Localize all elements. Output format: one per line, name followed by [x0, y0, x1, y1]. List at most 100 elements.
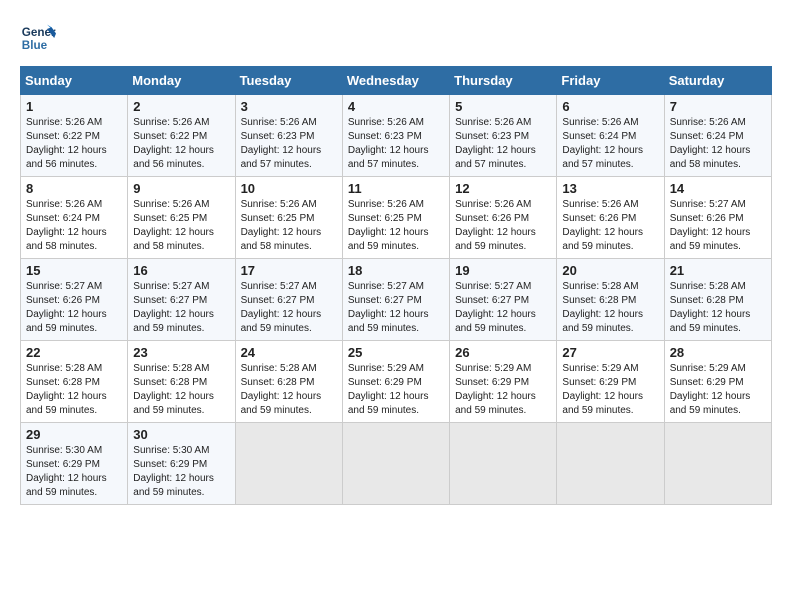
- calendar-week-row: 1 Sunrise: 5:26 AM Sunset: 6:22 PM Daylig…: [21, 95, 772, 177]
- day-number: 4: [348, 99, 444, 114]
- day-info: Sunrise: 5:28 AM Sunset: 6:28 PM Dayligh…: [26, 362, 122, 418]
- day-info: Sunrise: 5:26 AM Sunset: 6:25 PM Dayligh…: [241, 198, 337, 254]
- col-header-saturday: Saturday: [664, 67, 771, 95]
- day-number: 10: [241, 181, 337, 196]
- day-number: 14: [670, 181, 766, 196]
- calendar-cell: 29 Sunrise: 5:30 AM Sunset: 6:29 PM Dayli…: [21, 423, 128, 505]
- day-info: Sunrise: 5:27 AM Sunset: 6:26 PM Dayligh…: [26, 280, 122, 336]
- calendar-week-row: 22 Sunrise: 5:28 AM Sunset: 6:28 PM Dayli…: [21, 341, 772, 423]
- calendar-cell: 19Sunrise: 5:27 AM Sunset: 6:27 PM Dayli…: [450, 259, 557, 341]
- day-info: Sunrise: 5:27 AM Sunset: 6:27 PM Dayligh…: [133, 280, 229, 336]
- calendar-cell: 16 Sunrise: 5:27 AM Sunset: 6:27 PM Dayli…: [128, 259, 235, 341]
- day-info: Sunrise: 5:26 AM Sunset: 6:23 PM Dayligh…: [455, 116, 551, 172]
- calendar-cell: 17 Sunrise: 5:27 AM Sunset: 6:27 PM Dayli…: [235, 259, 342, 341]
- calendar-cell: 15 Sunrise: 5:27 AM Sunset: 6:26 PM Dayli…: [21, 259, 128, 341]
- day-info: Sunrise: 5:26 AM Sunset: 6:24 PM Dayligh…: [26, 198, 122, 254]
- calendar-cell: 18Sunrise: 5:27 AM Sunset: 6:27 PM Dayli…: [342, 259, 449, 341]
- day-info: Sunrise: 5:30 AM Sunset: 6:29 PM Dayligh…: [133, 444, 229, 500]
- calendar-cell: 25 Sunrise: 5:29 AM Sunset: 6:29 PM Dayli…: [342, 341, 449, 423]
- day-number: 13: [562, 181, 658, 196]
- day-number: 22: [26, 345, 122, 360]
- calendar-cell: 6 Sunrise: 5:26 AM Sunset: 6:24 PM Daylig…: [557, 95, 664, 177]
- day-number: 27: [562, 345, 658, 360]
- calendar-cell: 23 Sunrise: 5:28 AM Sunset: 6:28 PM Dayli…: [128, 341, 235, 423]
- day-info: Sunrise: 5:26 AM Sunset: 6:24 PM Dayligh…: [562, 116, 658, 172]
- day-number: 16: [133, 263, 229, 278]
- day-info: Sunrise: 5:27 AM Sunset: 6:27 PM Dayligh…: [455, 280, 551, 336]
- day-number: 11: [348, 181, 444, 196]
- calendar-cell: 4 Sunrise: 5:26 AM Sunset: 6:23 PM Daylig…: [342, 95, 449, 177]
- day-info: Sunrise: 5:28 AM Sunset: 6:28 PM Dayligh…: [241, 362, 337, 418]
- day-number: 21: [670, 263, 766, 278]
- calendar-week-row: 29 Sunrise: 5:30 AM Sunset: 6:29 PM Dayli…: [21, 423, 772, 505]
- day-info: Sunrise: 5:26 AM Sunset: 6:26 PM Dayligh…: [562, 198, 658, 254]
- col-header-tuesday: Tuesday: [235, 67, 342, 95]
- calendar-cell: 12 Sunrise: 5:26 AM Sunset: 6:26 PM Dayli…: [450, 177, 557, 259]
- calendar-cell: 24 Sunrise: 5:28 AM Sunset: 6:28 PM Dayli…: [235, 341, 342, 423]
- day-info: Sunrise: 5:29 AM Sunset: 6:29 PM Dayligh…: [455, 362, 551, 418]
- day-number: 28: [670, 345, 766, 360]
- calendar-table: SundayMondayTuesdayWednesdayThursdayFrid…: [20, 66, 772, 505]
- calendar-cell: 1 Sunrise: 5:26 AM Sunset: 6:22 PM Daylig…: [21, 95, 128, 177]
- calendar-cell: [450, 423, 557, 505]
- day-number: 30: [133, 427, 229, 442]
- day-info: Sunrise: 5:28 AM Sunset: 6:28 PM Dayligh…: [133, 362, 229, 418]
- calendar-cell: [557, 423, 664, 505]
- calendar-cell: 26 Sunrise: 5:29 AM Sunset: 6:29 PM Dayli…: [450, 341, 557, 423]
- day-number: 24: [241, 345, 337, 360]
- calendar-header-row: SundayMondayTuesdayWednesdayThursdayFrid…: [21, 67, 772, 95]
- day-info: Sunrise: 5:28 AM Sunset: 6:28 PM Dayligh…: [670, 280, 766, 336]
- calendar-cell: 30 Sunrise: 5:30 AM Sunset: 6:29 PM Dayli…: [128, 423, 235, 505]
- calendar-cell: 11Sunrise: 5:26 AM Sunset: 6:25 PM Dayli…: [342, 177, 449, 259]
- day-info: Sunrise: 5:28 AM Sunset: 6:28 PM Dayligh…: [562, 280, 658, 336]
- calendar-cell: 5 Sunrise: 5:26 AM Sunset: 6:23 PM Daylig…: [450, 95, 557, 177]
- day-number: 17: [241, 263, 337, 278]
- calendar-cell: 7Sunrise: 5:26 AM Sunset: 6:24 PM Daylig…: [664, 95, 771, 177]
- calendar-week-row: 15 Sunrise: 5:27 AM Sunset: 6:26 PM Dayli…: [21, 259, 772, 341]
- day-number: 15: [26, 263, 122, 278]
- day-number: 1: [26, 99, 122, 114]
- day-info: Sunrise: 5:26 AM Sunset: 6:23 PM Dayligh…: [348, 116, 444, 172]
- day-info: Sunrise: 5:26 AM Sunset: 6:25 PM Dayligh…: [133, 198, 229, 254]
- calendar-cell: [664, 423, 771, 505]
- svg-text:Blue: Blue: [22, 39, 48, 52]
- col-header-friday: Friday: [557, 67, 664, 95]
- calendar-cell: 2Sunrise: 5:26 AM Sunset: 6:22 PM Daylig…: [128, 95, 235, 177]
- day-number: 6: [562, 99, 658, 114]
- col-header-monday: Monday: [128, 67, 235, 95]
- day-number: 20: [562, 263, 658, 278]
- calendar-cell: 3Sunrise: 5:26 AM Sunset: 6:23 PM Daylig…: [235, 95, 342, 177]
- calendar-cell: 21 Sunrise: 5:28 AM Sunset: 6:28 PM Dayli…: [664, 259, 771, 341]
- day-info: Sunrise: 5:29 AM Sunset: 6:29 PM Dayligh…: [348, 362, 444, 418]
- day-number: 12: [455, 181, 551, 196]
- day-number: 23: [133, 345, 229, 360]
- col-header-thursday: Thursday: [450, 67, 557, 95]
- day-info: Sunrise: 5:27 AM Sunset: 6:27 PM Dayligh…: [241, 280, 337, 336]
- day-number: 5: [455, 99, 551, 114]
- day-info: Sunrise: 5:26 AM Sunset: 6:22 PM Dayligh…: [133, 116, 229, 172]
- day-info: Sunrise: 5:26 AM Sunset: 6:22 PM Dayligh…: [26, 116, 122, 172]
- day-number: 9: [133, 181, 229, 196]
- general-blue-logo-icon: General Blue: [20, 20, 56, 56]
- day-number: 25: [348, 345, 444, 360]
- calendar-cell: 20 Sunrise: 5:28 AM Sunset: 6:28 PM Dayli…: [557, 259, 664, 341]
- calendar-cell: 27 Sunrise: 5:29 AM Sunset: 6:29 PM Dayli…: [557, 341, 664, 423]
- day-number: 3: [241, 99, 337, 114]
- day-number: 8: [26, 181, 122, 196]
- day-info: Sunrise: 5:29 AM Sunset: 6:29 PM Dayligh…: [562, 362, 658, 418]
- calendar-week-row: 8 Sunrise: 5:26 AM Sunset: 6:24 PM Daylig…: [21, 177, 772, 259]
- day-number: 29: [26, 427, 122, 442]
- header: General Blue: [20, 20, 772, 56]
- day-info: Sunrise: 5:27 AM Sunset: 6:27 PM Dayligh…: [348, 280, 444, 336]
- day-info: Sunrise: 5:26 AM Sunset: 6:26 PM Dayligh…: [455, 198, 551, 254]
- day-info: Sunrise: 5:27 AM Sunset: 6:26 PM Dayligh…: [670, 198, 766, 254]
- day-number: 7: [670, 99, 766, 114]
- calendar-cell: 28 Sunrise: 5:29 AM Sunset: 6:29 PM Dayli…: [664, 341, 771, 423]
- calendar-cell: 14 Sunrise: 5:27 AM Sunset: 6:26 PM Dayli…: [664, 177, 771, 259]
- day-number: 26: [455, 345, 551, 360]
- calendar-cell: [235, 423, 342, 505]
- day-info: Sunrise: 5:29 AM Sunset: 6:29 PM Dayligh…: [670, 362, 766, 418]
- calendar-cell: 9 Sunrise: 5:26 AM Sunset: 6:25 PM Daylig…: [128, 177, 235, 259]
- col-header-wednesday: Wednesday: [342, 67, 449, 95]
- day-info: Sunrise: 5:30 AM Sunset: 6:29 PM Dayligh…: [26, 444, 122, 500]
